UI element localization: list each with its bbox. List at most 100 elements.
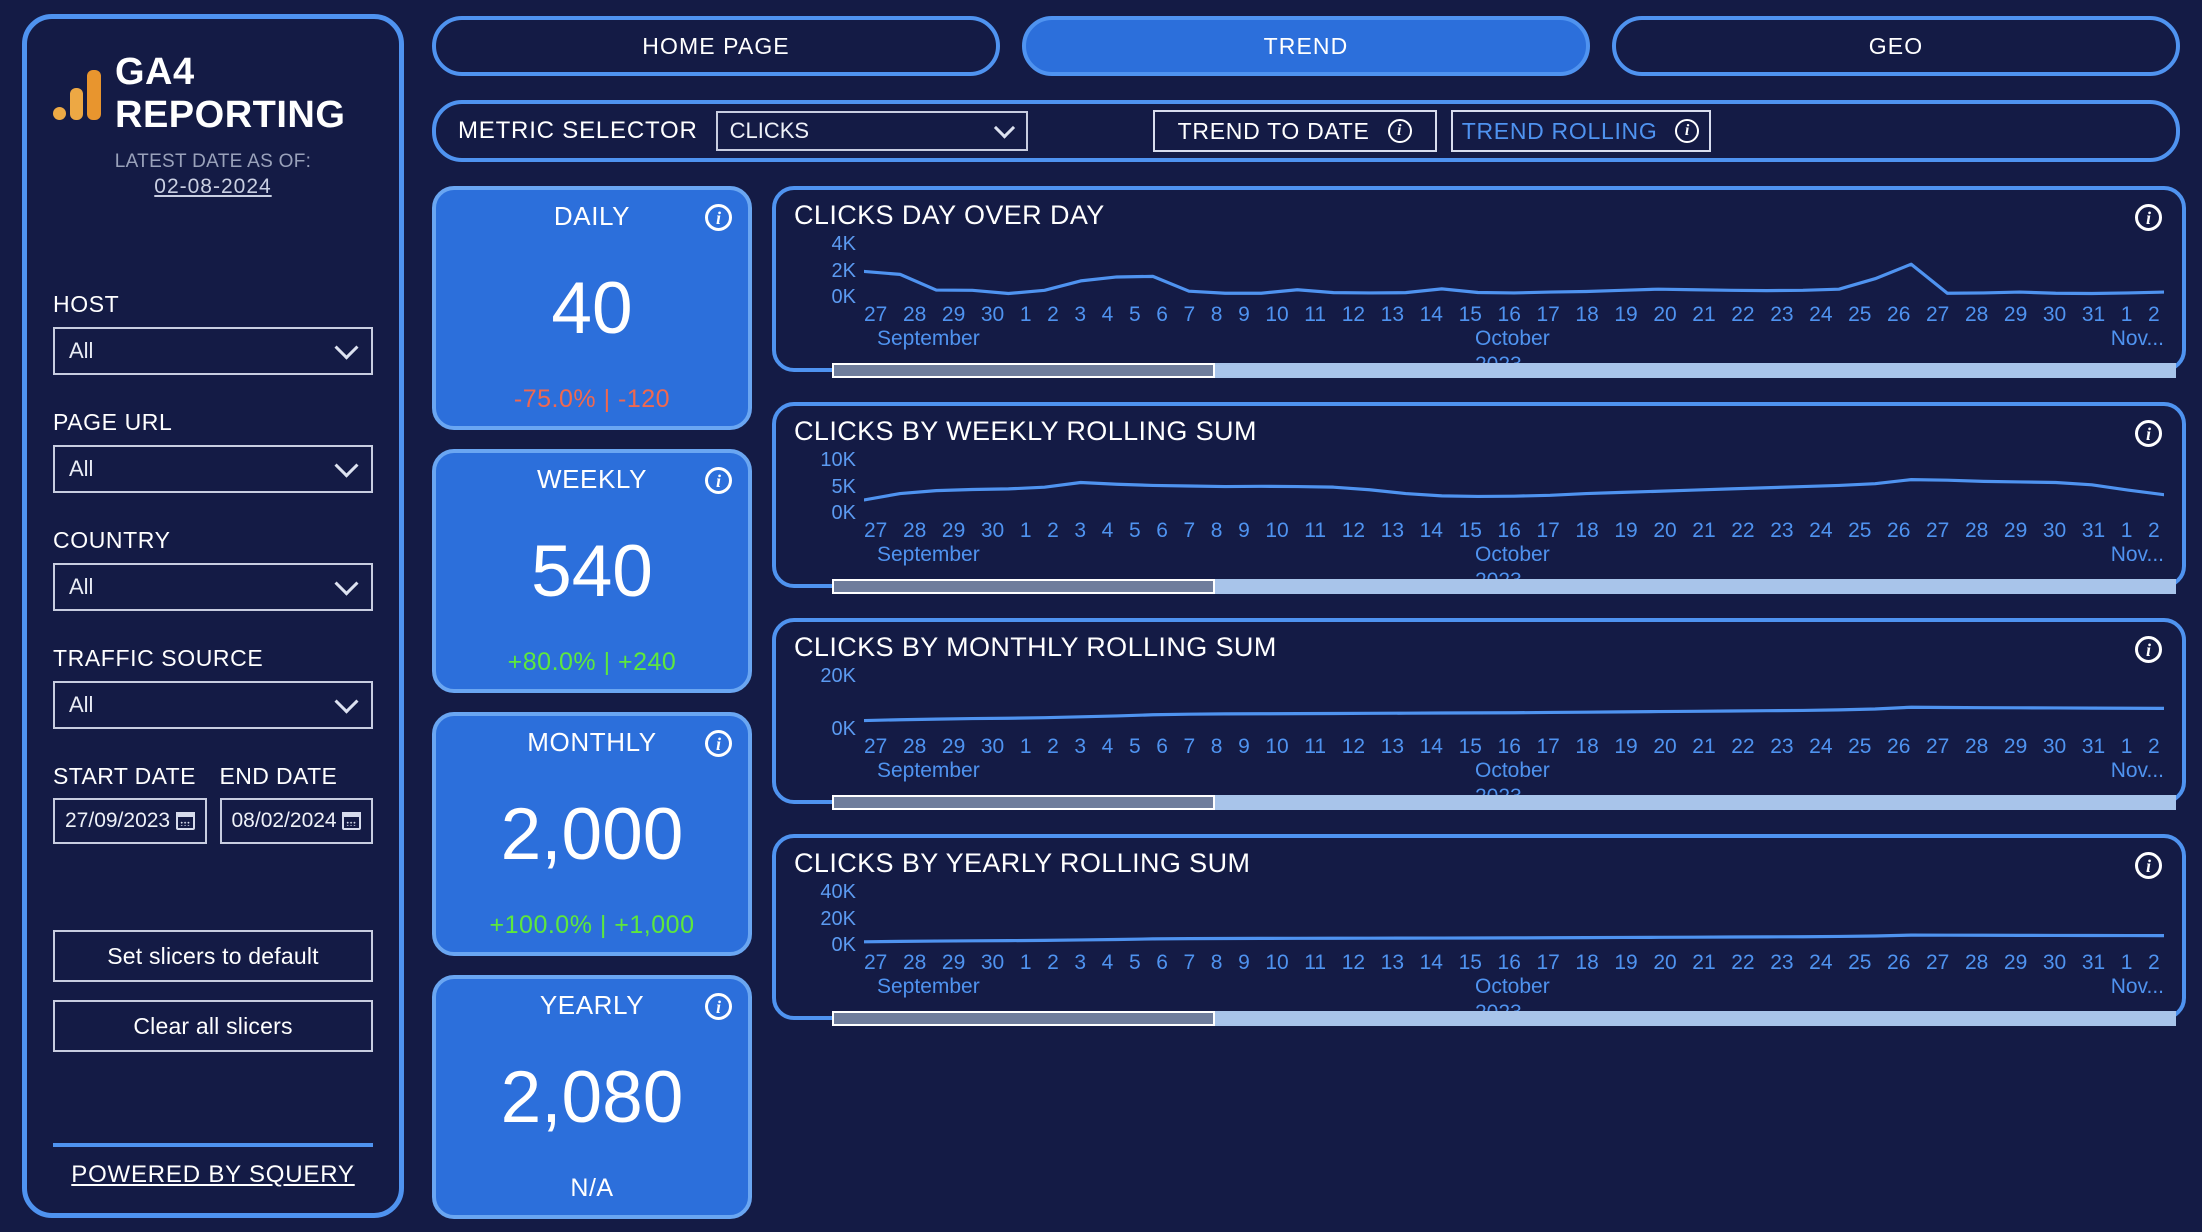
kpi-title: DAILY — [553, 201, 631, 231]
x-tick: 10 — [1265, 951, 1289, 974]
trend-rolling-toggle[interactable]: TREND ROLLING i — [1450, 110, 1711, 152]
info-icon[interactable]: i — [705, 467, 732, 494]
chart-panel-monthly-rolling: i CLICKS BY MONTHLY ROLLING SUM 20K 0K 27… — [772, 618, 2186, 810]
chart-scrollbar[interactable] — [832, 795, 2176, 810]
info-icon[interactable]: i — [1675, 119, 1700, 143]
info-icon[interactable]: i — [705, 204, 732, 231]
x-tick: 7 — [1183, 303, 1196, 326]
filter-traffic-source-select[interactable]: All — [53, 681, 373, 729]
kpi-card-yearly[interactable]: i YEARLY 2,080 N/A — [432, 975, 752, 1219]
x-tick: 24 — [1809, 951, 1833, 974]
x-tick: 26 — [1887, 951, 1911, 974]
tab-home-page[interactable]: HOME PAGE — [432, 16, 1000, 76]
start-date-input[interactable]: 27/09/2023 — [53, 798, 207, 844]
chart-scrollbar[interactable] — [832, 1011, 2176, 1026]
kpi-card-daily[interactable]: i DAILY 40 -75.0% | -120 — [432, 186, 752, 430]
end-date-label: END DATE — [219, 763, 338, 789]
metric-selector-dropdown[interactable]: CLICKS — [715, 111, 1028, 151]
tab-geo[interactable]: GEO — [1612, 16, 2180, 76]
x-tick: 27 — [1926, 303, 1950, 326]
x-tick: 27 — [864, 735, 888, 758]
x-tick: 18 — [1575, 303, 1599, 326]
info-icon[interactable]: i — [2135, 204, 2162, 231]
x-tick: 25 — [1848, 303, 1872, 326]
x-tick: 22 — [1731, 735, 1755, 758]
filter-country-select[interactable]: All — [53, 563, 373, 611]
scrollbar-thumb[interactable] — [832, 579, 1216, 594]
filter-country: COUNTRY All — [53, 527, 373, 611]
x-tick: 16 — [1497, 735, 1521, 758]
scrollbar-thumb[interactable] — [832, 1011, 1216, 1026]
info-icon[interactable]: i — [705, 993, 732, 1020]
info-icon[interactable]: i — [2135, 420, 2162, 447]
x-tick: 2 — [1047, 303, 1059, 326]
x-tick: 31 — [2081, 303, 2106, 326]
info-icon[interactable]: i — [1387, 119, 1412, 143]
y-tick: 0K — [831, 286, 856, 308]
date-range: START DATE 27/09/2023 END DATE 08/02/202… — [53, 763, 373, 844]
scrollbar-thumb[interactable] — [832, 363, 1216, 378]
filter-page-url-select[interactable]: All — [53, 445, 373, 493]
filter-host-select[interactable]: All — [53, 327, 373, 375]
trend-rolling-label: TREND ROLLING — [1461, 117, 1658, 144]
x-tick: 3 — [1074, 951, 1087, 974]
filter-host: HOST All — [53, 291, 373, 375]
trend-to-date-toggle[interactable]: TREND TO DATE i — [1152, 110, 1437, 152]
x-tick: 30 — [980, 303, 1005, 326]
x-tick: 29 — [941, 519, 966, 542]
start-date-group: START DATE 27/09/2023 — [53, 763, 207, 844]
x-tick: 28 — [1964, 303, 1989, 326]
calendar-icon[interactable] — [342, 812, 361, 830]
trend-to-date-label: TREND TO DATE — [1177, 117, 1370, 144]
x-tick: 8 — [1210, 519, 1223, 542]
y-tick: 0K — [831, 718, 856, 740]
x-tick: 28 — [1964, 519, 1989, 542]
x-tick: 15 — [1458, 303, 1482, 326]
x-tick: 29 — [2003, 951, 2028, 974]
x-tick: 25 — [1848, 735, 1872, 758]
info-icon[interactable]: i — [2135, 636, 2162, 663]
chart-panel-day-over-day: i CLICKS DAY OVER DAY 4K 2K 0K 27 28 29 30 1 2 3… — [772, 186, 2186, 378]
y-tick: 20K — [820, 907, 856, 930]
kpi-card-weekly[interactable]: i WEEKLY 540 +80.0% | +240 — [432, 449, 752, 693]
chart-scrollbar[interactable] — [832, 363, 2176, 378]
month-september: September — [877, 759, 980, 782]
info-icon[interactable]: i — [705, 730, 732, 757]
end-date-input[interactable]: 08/02/2024 — [219, 798, 373, 844]
metric-bar: METRIC SELECTOR CLICKS TREND TO DATE i T… — [432, 100, 2180, 162]
month-october: October — [1475, 543, 1550, 566]
x-tick: 6 — [1156, 303, 1168, 326]
chevron-down-icon — [334, 453, 359, 478]
filter-traffic-source-label: TRAFFIC SOURCE — [53, 645, 264, 671]
calendar-icon[interactable] — [175, 812, 195, 830]
powered-by-link[interactable]: POWERED BY SQUERY — [53, 1161, 373, 1189]
x-tick: 3 — [1074, 735, 1087, 758]
sidebar-footer: POWERED BY SQUERY — [53, 1143, 373, 1189]
x-tick: 20 — [1653, 303, 1677, 326]
kpi-value: 40 — [551, 268, 633, 349]
x-tick: 22 — [1731, 519, 1755, 542]
set-slicers-default-button[interactable]: Set slicers to default — [53, 930, 373, 982]
x-tick: 1 — [2120, 735, 2133, 758]
month-september: September — [877, 327, 980, 350]
x-tick: 23 — [1770, 303, 1794, 326]
info-icon[interactable]: i — [2135, 852, 2162, 879]
latest-date-label: LATEST DATE AS OF: — [114, 151, 312, 172]
x-tick: 9 — [1238, 303, 1250, 326]
x-tick: 25 — [1848, 519, 1872, 542]
month-october: October — [1475, 975, 1550, 998]
x-tick: 30 — [2042, 303, 2067, 326]
tab-trend[interactable]: TREND — [1022, 16, 1590, 76]
clear-all-slicers-button[interactable]: Clear all slicers — [53, 1000, 373, 1052]
filter-page-url-value: All — [69, 456, 94, 481]
x-tick: 5 — [1128, 951, 1141, 974]
y-axis-ticks: 4K 2K 0K — [794, 233, 856, 309]
x-tick: 26 — [1887, 735, 1911, 758]
metric-selector-label: METRIC SELECTOR — [458, 117, 698, 144]
chart-title: CLICKS BY YEARLY ROLLING SUM — [794, 848, 1251, 878]
x-tick: 26 — [1887, 519, 1911, 542]
x-axis-ticks: 27 28 29 30 1 2 3 4 5 6 7 8 9 10 11 12 13 14 15 16 17 18 19 20 2… — [864, 519, 2164, 543]
scrollbar-thumb[interactable] — [832, 795, 1216, 810]
kpi-card-monthly[interactable]: i MONTHLY 2,000 +100.0% | +1,000 — [432, 712, 752, 956]
chart-scrollbar[interactable] — [832, 579, 2176, 594]
